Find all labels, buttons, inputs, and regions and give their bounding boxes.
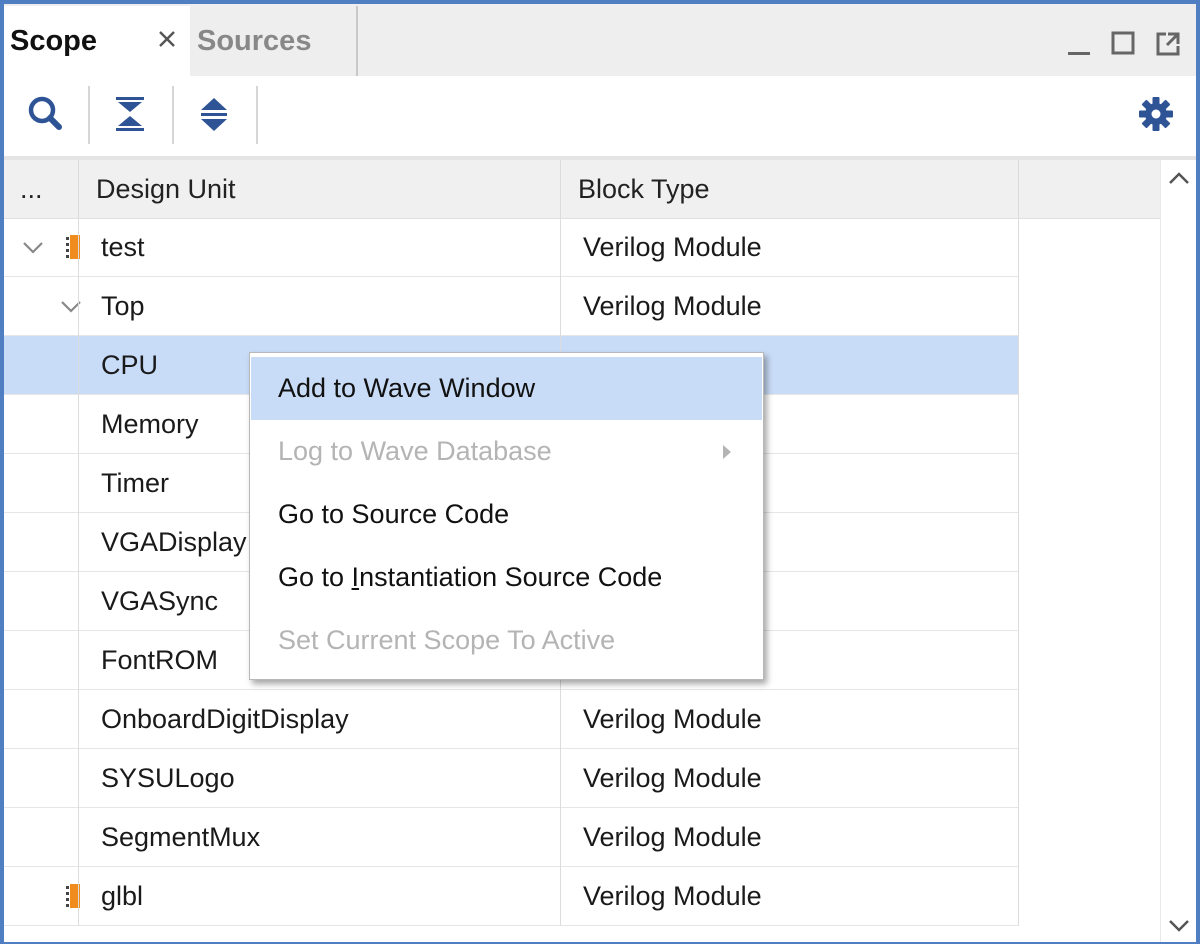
- column-header-block-type[interactable]: Block Type: [560, 160, 1018, 218]
- tab-scope-label: Scope: [10, 24, 98, 57]
- submenu-arrow-icon: [723, 445, 731, 459]
- tab-sources-label: Sources: [197, 24, 312, 57]
- search-icon[interactable]: [26, 94, 66, 134]
- table-row[interactable]: glbl Verilog Module: [4, 867, 1018, 926]
- tab-bar: Scope Sources: [4, 4, 1196, 76]
- column-divider: [78, 160, 79, 926]
- menu-item-add-to-wave-window[interactable]: Add to Wave Window: [251, 357, 762, 420]
- expand-all-icon[interactable]: [194, 94, 234, 134]
- minimize-icon[interactable]: [1066, 30, 1094, 58]
- table-row[interactable]: SYSULogo Verilog Module: [4, 749, 1018, 808]
- cell-design-unit: SYSULogo: [101, 762, 235, 793]
- toolbar-separator: [256, 86, 258, 144]
- tab-sources[interactable]: Sources: [190, 6, 358, 76]
- table-row[interactable]: OnboardDigitDisplay Verilog Module: [4, 690, 1018, 749]
- cell-design-unit: CPU: [101, 349, 159, 380]
- collapse-all-icon[interactable]: [110, 94, 150, 134]
- cell-design-unit: SegmentMux: [101, 821, 261, 852]
- scroll-up-icon[interactable]: [1167, 168, 1191, 188]
- float-icon[interactable]: [1154, 30, 1182, 58]
- cell-block-type: Verilog Module: [583, 290, 762, 321]
- cell-design-unit: FontROM: [101, 644, 219, 675]
- scope-window: Scope Sources ... Design Unit Block Type…: [0, 0, 1200, 944]
- cell-design-unit: OnboardDigitDisplay: [101, 703, 349, 734]
- tab-scope[interactable]: Scope: [4, 6, 190, 76]
- scroll-down-icon[interactable]: [1167, 916, 1191, 936]
- cell-block-type: Verilog Module: [583, 703, 762, 734]
- menu-item-log-to-wave-database: Log to Wave Database: [251, 420, 762, 483]
- table-row[interactable]: test Verilog Module: [4, 218, 1018, 277]
- menu-item-set-current-scope-to-active: Set Current Scope To Active: [251, 609, 762, 672]
- vertical-scrollbar[interactable]: [1160, 160, 1196, 942]
- cell-design-unit: VGADisplay: [101, 526, 247, 557]
- cell-design-unit: VGASync: [101, 585, 219, 616]
- toolbar: [4, 76, 1196, 160]
- column-header-menu[interactable]: ...: [4, 160, 78, 218]
- mnemonic-underline: I: [351, 562, 360, 592]
- table-header: ... Design Unit Block Type: [4, 160, 1160, 219]
- cell-design-unit: test: [101, 231, 145, 262]
- cell-design-unit: Timer: [101, 467, 169, 498]
- menu-item-label: Go to Source Code: [278, 499, 510, 529]
- cell-design-unit: Memory: [101, 408, 199, 439]
- menu-item-label: Set Current Scope To Active: [278, 625, 616, 655]
- cell-block-type: Verilog Module: [583, 821, 762, 852]
- column-divider: [1018, 160, 1019, 926]
- toolbar-separator: [88, 86, 90, 144]
- menu-item-go-to-instantiation-source-code[interactable]: Go to Instantiation Source Code: [251, 546, 762, 609]
- column-header-design-unit[interactable]: Design Unit: [78, 160, 560, 218]
- menu-item-go-to-source-code[interactable]: Go to Source Code: [251, 483, 762, 546]
- cell-design-unit: glbl: [101, 880, 144, 911]
- cell-block-type: Verilog Module: [583, 231, 762, 262]
- menu-item-label: Add to Wave Window: [278, 373, 536, 403]
- cell-design-unit: Top: [101, 290, 145, 321]
- context-menu: Add to Wave Window Log to Wave Database …: [249, 352, 764, 680]
- close-icon[interactable]: [156, 28, 178, 50]
- toolbar-separator: [172, 86, 174, 144]
- chevron-down-icon[interactable]: [22, 237, 44, 259]
- cell-block-type: Verilog Module: [583, 762, 762, 793]
- maximize-icon[interactable]: [1110, 30, 1138, 58]
- gear-icon[interactable]: [1136, 94, 1176, 134]
- cell-block-type: Verilog Module: [583, 880, 762, 911]
- table-row[interactable]: Top Verilog Module: [4, 277, 1018, 336]
- menu-item-label: Log to Wave Database: [278, 436, 552, 466]
- menu-item-label: Go to Instantiation Source Code: [278, 562, 663, 592]
- table-row[interactable]: SegmentMux Verilog Module: [4, 808, 1018, 867]
